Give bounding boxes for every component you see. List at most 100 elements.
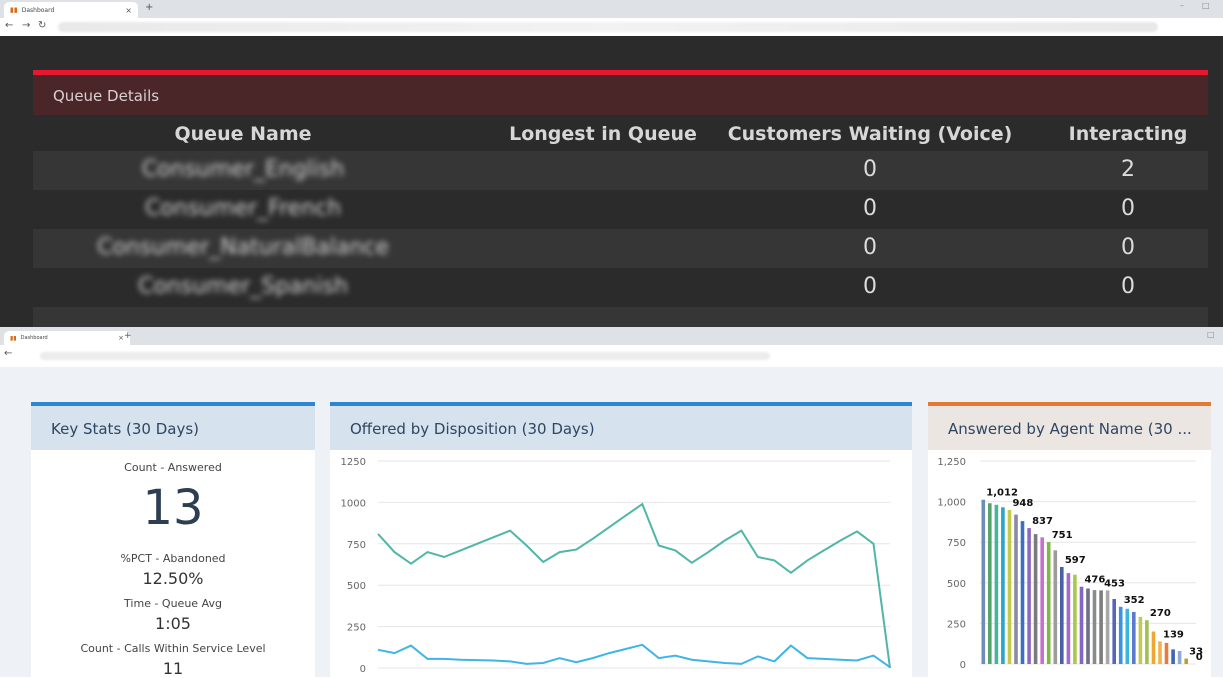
data-label: 352 [1124, 595, 1145, 606]
data-label: 597 [1065, 555, 1086, 566]
browser-tab-strip: ▮▮ Dashboard × + □ [0, 327, 1223, 345]
agent-bar [1073, 575, 1077, 664]
maximize-window-icon[interactable]: □ [1207, 330, 1215, 339]
agent-bar [1040, 537, 1044, 664]
y-tick-label: 0 [360, 664, 366, 675]
agent-bar [1119, 607, 1123, 664]
dashboard-favicon-icon: ▮▮ [10, 335, 17, 342]
agent-bar [1086, 589, 1090, 665]
waiting-cell: 0 [730, 196, 1010, 221]
browser-tab[interactable]: ▮▮ Dashboard × [4, 331, 130, 345]
agent-bar [1093, 590, 1097, 664]
y-tick-label: 1,250 [937, 457, 966, 468]
key-stats-card: Key Stats (30 Days) Count - Answered 13 … [31, 402, 315, 677]
queue-name-cell: Consumer_NaturalBalance [73, 235, 413, 260]
agent-bar [988, 503, 992, 664]
y-tick-label: 500 [347, 581, 366, 592]
data-label: 1,012 [986, 488, 1018, 499]
stat-value: 13 [31, 480, 315, 536]
data-label: 0 [1196, 652, 1203, 663]
series-line-1 [378, 504, 890, 668]
card-title: Answered by Agent Name (30 ... [928, 406, 1211, 450]
forward-arrow-icon[interactable]: → [22, 20, 30, 31]
agent-bar [1001, 507, 1005, 664]
waiting-cell: 0 [730, 235, 1010, 260]
browser-tab-title: Dashboard [21, 335, 48, 341]
close-tab-icon[interactable]: × [125, 6, 132, 15]
address-bar[interactable] [58, 22, 1158, 32]
agent-bar [1145, 620, 1149, 664]
agent-bar [1047, 542, 1051, 664]
table-row [33, 307, 1208, 327]
agent-bar [1184, 659, 1188, 664]
agent-bar [1014, 515, 1018, 664]
card-title: Offered by Disposition (30 Days) [330, 406, 912, 450]
queue-name-cell: Consumer_English [73, 157, 413, 182]
queue-details-panel: Queue Details Queue Name Longest in Queu… [0, 36, 1223, 327]
agent-bar [1027, 528, 1031, 664]
agent-bar [1080, 587, 1084, 664]
agent-bar [1021, 521, 1025, 664]
y-tick-label: 750 [947, 538, 966, 549]
stat-value: 12.50% [31, 569, 315, 588]
agent-bar [982, 500, 986, 664]
agent-bar [1158, 641, 1162, 664]
stat-label: %PCT - Abandoned [31, 552, 315, 565]
y-tick-label: 500 [947, 579, 966, 590]
card-title: Key Stats (30 Days) [31, 406, 315, 450]
agent-bar [1139, 617, 1143, 664]
agent-bar [1171, 649, 1175, 664]
y-tick-label: 750 [347, 540, 366, 551]
browser-nav-bar: ← [0, 345, 1223, 367]
offered-line-chart: 1250 1000 750 500 250 0 [330, 450, 912, 677]
agent-bar-chart: 1,2501,00075050025001,012948837751597476… [928, 450, 1211, 677]
new-tab-icon[interactable]: + [124, 331, 132, 341]
waiting-cell: 0 [730, 274, 1010, 299]
data-label: 837 [1032, 516, 1053, 527]
stat-label: Time - Queue Avg [31, 597, 315, 610]
agent-bar [1132, 612, 1136, 664]
data-label: 453 [1104, 578, 1125, 589]
stat-value: 1:05 [31, 614, 315, 633]
answered-by-agent-card: Answered by Agent Name (30 ... 1,2501,00… [928, 402, 1211, 677]
agent-bar [995, 505, 999, 664]
table-row: Consumer_NaturalBalance 0 0 [33, 229, 1208, 268]
browser-tab[interactable]: ▮▮ Dashboard × [4, 2, 138, 18]
queue-name-cell: Consumer_Spanish [73, 274, 413, 299]
minimize-window-icon[interactable]: – [1180, 1, 1184, 10]
agent-bar [1099, 590, 1103, 664]
offered-by-disposition-card: Offered by Disposition (30 Days) 1250 100… [330, 402, 912, 677]
column-header-interacting[interactable]: Interacting [1058, 123, 1198, 145]
y-tick-label: 0 [960, 660, 966, 671]
column-header-queue-name[interactable]: Queue Name [73, 123, 413, 145]
stat-value: 11 [31, 659, 315, 678]
new-tab-icon[interactable]: + [145, 2, 153, 13]
table-row: Consumer_Spanish 0 0 [33, 268, 1208, 307]
panel-title: Queue Details [33, 75, 1208, 115]
browser-tab-title: Dashboard [22, 7, 55, 14]
agent-bar [1067, 573, 1071, 664]
agent-bar [1112, 599, 1116, 664]
column-header-longest-in-queue[interactable]: Longest in Queue [463, 123, 743, 145]
data-label: 476 [1084, 575, 1105, 586]
data-label: 139 [1163, 629, 1184, 640]
agent-bar [1034, 534, 1038, 664]
column-header-customers-waiting[interactable]: Customers Waiting (Voice) [720, 123, 1020, 145]
y-tick-label: 1000 [341, 498, 366, 509]
table-header: Queue Name Longest in Queue Customers Wa… [33, 115, 1208, 151]
agent-bar [1152, 632, 1156, 665]
reload-icon[interactable]: ↻ [38, 20, 46, 31]
agent-bar [1178, 651, 1182, 664]
back-arrow-icon[interactable]: ← [5, 20, 13, 31]
back-arrow-icon[interactable]: ← [4, 348, 12, 359]
data-label: 948 [1012, 498, 1033, 509]
interacting-cell: 0 [1058, 274, 1198, 299]
maximize-window-icon[interactable]: □ [1202, 1, 1210, 10]
y-tick-label: 250 [347, 623, 366, 634]
y-tick-label: 1250 [341, 457, 366, 468]
agent-bar [1126, 609, 1130, 664]
stat-label: Count - Calls Within Service Level [31, 642, 315, 655]
series-line-2 [378, 645, 890, 667]
address-bar[interactable] [40, 352, 770, 360]
browser-tab-strip: ▮▮ Dashboard × + – □ [0, 0, 1223, 18]
